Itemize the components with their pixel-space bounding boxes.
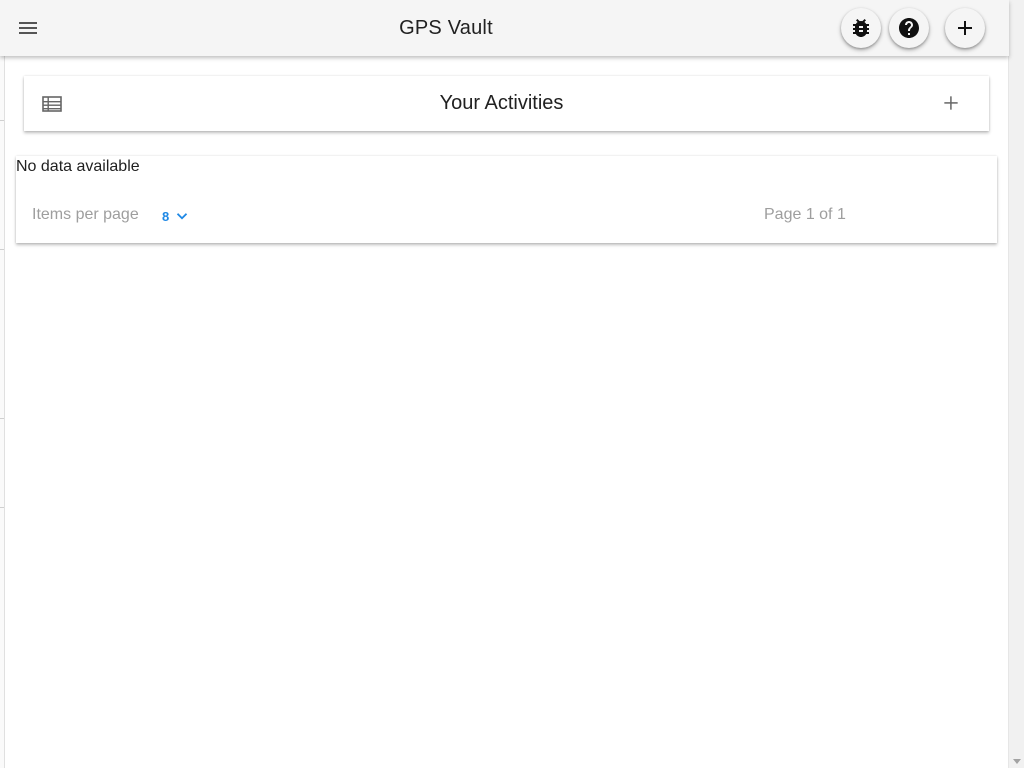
activities-header-card: Your Activities <box>24 76 989 131</box>
drawer-divider <box>0 507 4 508</box>
chevron-down-icon <box>177 213 188 220</box>
app-bar: GPS Vault <box>0 0 1009 56</box>
vertical-scrollbar[interactable] <box>1008 0 1024 768</box>
scroll-down-arrow-icon[interactable] <box>1013 759 1021 764</box>
app-title: GPS Vault <box>399 17 493 39</box>
drawer-divider <box>0 418 4 419</box>
bug-icon <box>853 19 869 37</box>
plus-icon <box>944 96 958 110</box>
items-per-page-value: 8 <box>162 208 170 224</box>
add-activity-button[interactable] <box>939 91 963 115</box>
bug-report-button[interactable] <box>841 8 881 48</box>
drawer-divider <box>0 120 4 121</box>
items-per-page-select[interactable]: 8 <box>162 204 191 228</box>
activities-title: Your Activities <box>439 92 564 114</box>
help-button[interactable] <box>889 8 929 48</box>
no-data-message: No data available <box>16 158 140 175</box>
page-info: Page 1 of 1 <box>764 206 846 223</box>
items-per-page-label: Items per page <box>32 206 139 223</box>
activities-table: No data available Items per page 8 Page … <box>16 156 997 243</box>
drawer-edge <box>0 56 5 768</box>
plus-icon <box>958 21 972 35</box>
help-icon <box>899 18 919 38</box>
drawer-divider <box>0 249 4 250</box>
add-button[interactable] <box>945 8 985 48</box>
